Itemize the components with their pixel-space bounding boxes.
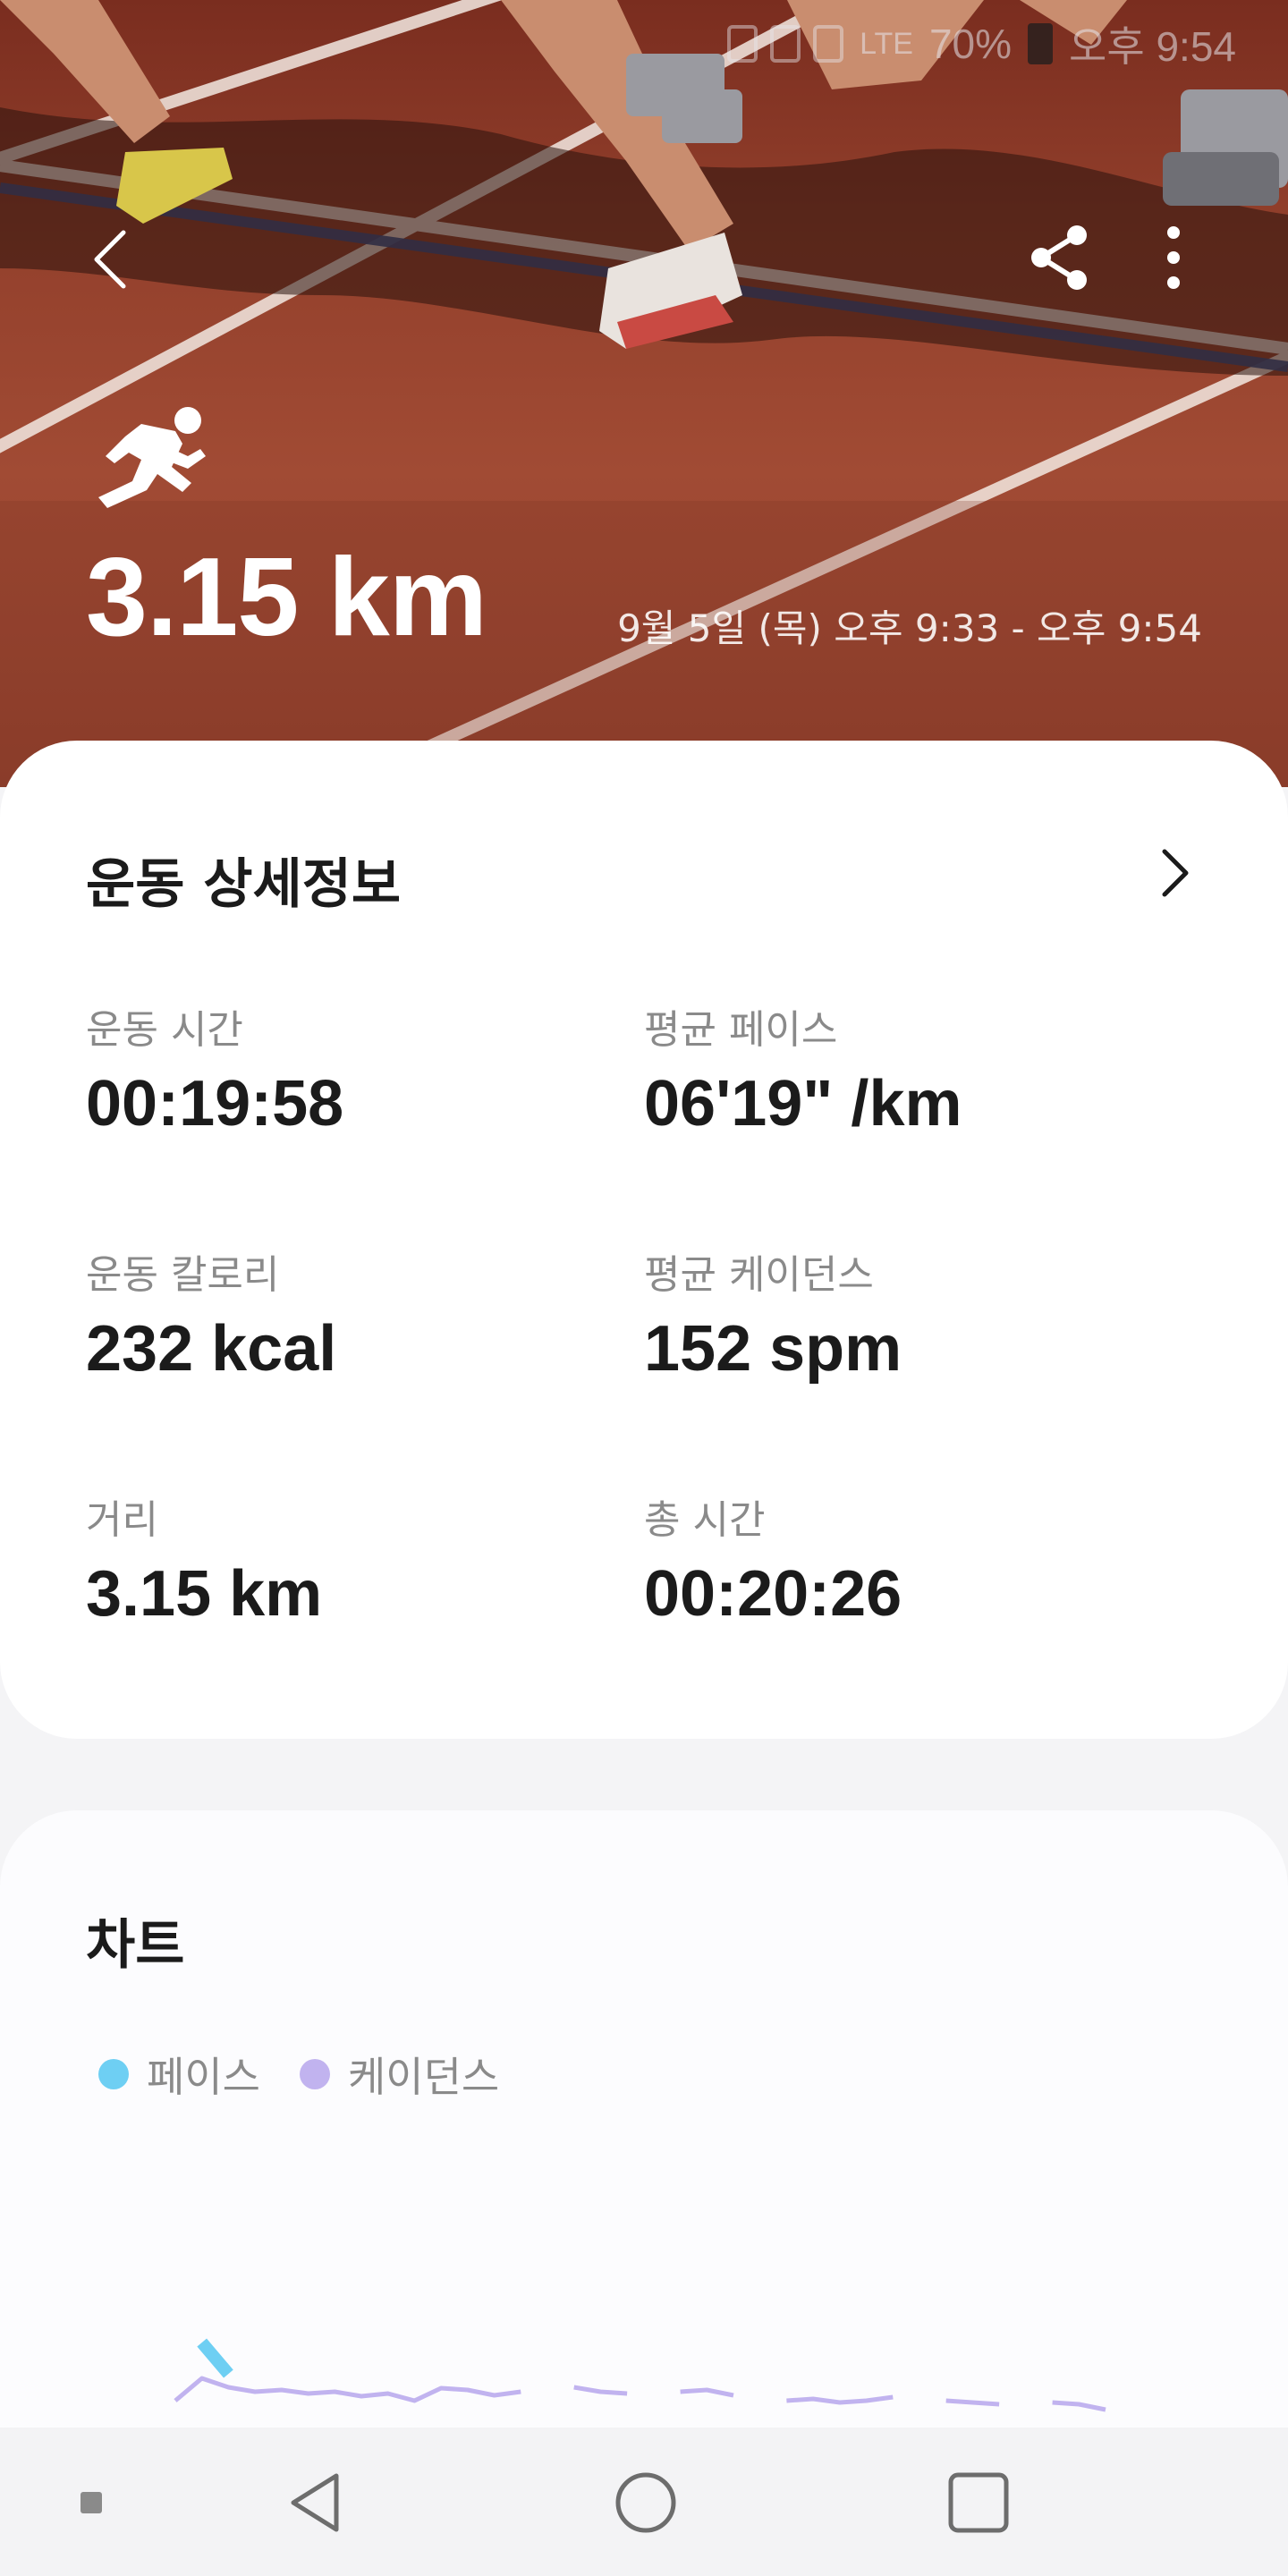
status-icons — [727, 25, 844, 63]
stat-average-pace: 평균 페이스 06'19" /km — [644, 1007, 962, 1140]
stat-value: 06'19" /km — [644, 1068, 962, 1140]
more-vertical-icon[interactable] — [1156, 224, 1191, 292]
legend-label-cadence: 케이던스 — [347, 2053, 500, 2101]
stat-value: 3.15 km — [86, 1558, 323, 1630]
stat-total-time: 총 시간 00:20:26 — [644, 1497, 902, 1630]
stat-value: 00:19:58 — [86, 1068, 344, 1140]
stat-average-cadence: 평균 케이던스 152 spm — [644, 1252, 902, 1385]
hero-date-range: 9월 5일 (목) 오후 9:33 - 오후 9:54 — [617, 606, 1202, 650]
stat-label: 평균 케이던스 — [644, 1252, 874, 1298]
legend-dot-pace — [98, 2059, 129, 2089]
legend-dot-cadence — [299, 2059, 330, 2089]
network-type: LTE — [860, 26, 913, 61]
nav-home-icon[interactable] — [614, 2470, 678, 2535]
hero-banner: LTE 70% 오후 9:54 3.15 km 9월 5일 (목) 오후 9:3… — [0, 0, 1288, 787]
status-time: 오후 9:54 — [1069, 23, 1236, 70]
chart-series-line — [174, 2376, 1106, 2412]
nav-indicator-icon — [80, 2492, 102, 2513]
chart-series-line — [202, 2343, 708, 2392]
battery-percent: 70% — [928, 21, 1013, 67]
back-arrow-icon[interactable] — [86, 224, 140, 295]
workout-detail-title[interactable]: 운동 상세정보 — [86, 841, 401, 919]
pace-cadence-chart — [174, 2326, 1106, 2412]
stat-value: 152 spm — [644, 1313, 902, 1385]
stat-label: 평균 페이스 — [644, 1007, 838, 1053]
legend-label-pace: 페이스 — [147, 2053, 260, 2101]
stat-label: 운동 칼로리 — [86, 1252, 280, 1298]
stat-calories: 운동 칼로리 232 kcal — [86, 1252, 337, 1385]
alarm-icon — [813, 25, 844, 63]
stat-value: 00:20:26 — [644, 1558, 902, 1630]
signal-off-icon — [727, 25, 758, 63]
nav-back-icon[interactable] — [286, 2470, 343, 2535]
hero-distance: 3.15 km — [86, 536, 487, 659]
stat-label: 총 시간 — [644, 1497, 766, 1543]
chart-title: 차트 — [86, 1914, 185, 1977]
track-background-image — [0, 0, 1288, 787]
status-bar: LTE 70% 오후 9:54 — [727, 13, 1236, 75]
battery-icon — [1028, 23, 1054, 64]
stat-label: 운동 시간 — [86, 1007, 243, 1053]
chart-legend: 페이스 케이던스 — [98, 2045, 538, 2104]
stat-value: 232 kcal — [86, 1313, 337, 1385]
system-navigation-bar — [0, 2428, 1288, 2576]
share-icon[interactable] — [1029, 224, 1091, 292]
running-icon — [98, 407, 206, 508]
stat-label: 거리 — [86, 1497, 158, 1543]
stat-workout-time: 운동 시간 00:19:58 — [86, 1007, 344, 1140]
nav-recents-icon[interactable] — [946, 2470, 1011, 2535]
chevron-right-icon[interactable] — [1156, 846, 1193, 900]
nfc-icon — [770, 25, 801, 63]
stat-distance: 거리 3.15 km — [86, 1497, 323, 1630]
